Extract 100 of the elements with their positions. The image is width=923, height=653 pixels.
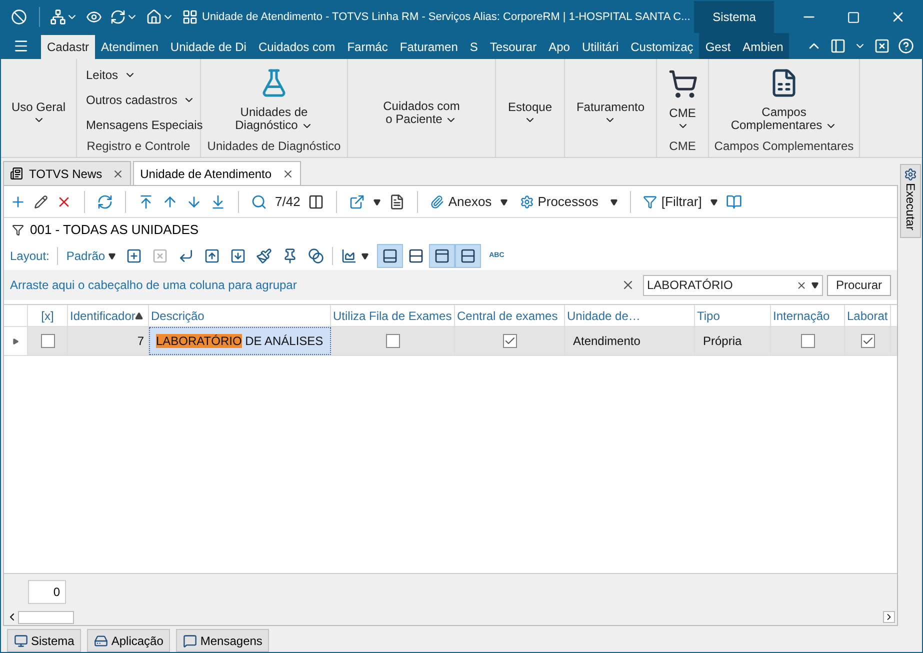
cart-icon[interactable] [668, 68, 698, 98]
checkbox[interactable] [502, 334, 516, 348]
refresh-icon[interactable] [97, 194, 113, 210]
gear-icon[interactable] [520, 194, 534, 208]
document-icon[interactable] [389, 194, 406, 210]
up-icon[interactable] [204, 248, 220, 264]
view-toggle[interactable] [455, 244, 482, 268]
column-header[interactable]: Laborat [845, 305, 891, 326]
column-header[interactable]: Utiliza Fila de Exames [331, 305, 455, 326]
ribbon-tab[interactable]: S [464, 35, 484, 59]
view-toggle[interactable] [429, 244, 456, 268]
ribbon-button[interactable]: Unidades de Diagnóstico [231, 68, 317, 132]
brush-icon[interactable] [256, 248, 272, 264]
search-box[interactable]: LABORATÓRIO [642, 274, 823, 296]
ribbon-button[interactable]: Outros cadastros [86, 87, 200, 112]
ribbon-button[interactable]: Cuidados com o Paciente [379, 100, 464, 126]
search-icon[interactable] [251, 194, 267, 210]
add-icon[interactable] [10, 194, 26, 210]
processes-button[interactable]: Processos [520, 192, 618, 212]
network-icon[interactable] [50, 9, 66, 25]
ribbon-tab[interactable]: Gest [699, 35, 737, 59]
edit-icon[interactable] [34, 194, 48, 208]
checkbox[interactable] [386, 334, 400, 348]
grid-icon[interactable] [182, 9, 198, 25]
search-field[interactable]: LABORATÓRIO [646, 276, 792, 294]
checkbox[interactable] [860, 334, 874, 348]
app-logo-icon[interactable] [11, 9, 27, 25]
ribbon-tab[interactable]: Atendimen [95, 35, 164, 59]
ribbon-button[interactable]: CME [664, 68, 702, 132]
ribbon-tab[interactable]: Cuidados com [252, 35, 342, 59]
checkbox[interactable] [800, 334, 814, 348]
ribbon-tab[interactable]: Utilitári [576, 35, 625, 59]
document-tab[interactable]: TOTVS News [3, 161, 132, 185]
first-record-icon[interactable] [138, 194, 154, 210]
help-icon[interactable] [898, 38, 914, 54]
bottom-tab[interactable]: Mensagens [176, 629, 270, 652]
pin-icon[interactable] [282, 248, 298, 264]
clear-icon[interactable] [796, 280, 807, 290]
export-icon[interactable] [349, 194, 366, 210]
ribbon-button[interactable]: Campos Complementares [726, 68, 842, 132]
scroll-right-icon[interactable] [883, 611, 895, 623]
filter-button[interactable]: [Filtrar] [643, 192, 718, 212]
attachments-button[interactable]: Anexos [430, 192, 508, 212]
bottom-tab[interactable]: Sistema [7, 629, 82, 652]
ribbon-tab[interactable]: Unidade de Di [164, 35, 252, 59]
caret-icon[interactable] [500, 198, 508, 206]
caret-icon[interactable] [810, 281, 819, 289]
column-header[interactable]: [x] [28, 305, 68, 326]
down-icon[interactable] [230, 248, 246, 264]
next-record-icon[interactable] [186, 194, 202, 210]
ribbon-tab[interactable]: Tesourar [484, 35, 543, 59]
book-icon[interactable] [726, 194, 742, 210]
ribbon-tab[interactable]: Faturamen [394, 35, 464, 59]
paperclip-icon[interactable] [430, 194, 444, 208]
checkbox[interactable] [40, 334, 54, 348]
refresh-icon[interactable] [110, 9, 126, 25]
home-icon[interactable] [146, 9, 162, 25]
view-toggle[interactable] [377, 244, 404, 268]
search-button[interactable]: Procurar [826, 274, 891, 296]
column-header[interactable]: Unidade de… [565, 305, 695, 326]
close-icon[interactable] [874, 38, 890, 54]
columns-icon[interactable] [308, 194, 324, 210]
eye-icon[interactable] [86, 9, 102, 25]
scrollbar-thumb[interactable] [18, 610, 74, 624]
ribbon-tab[interactable]: Cadastr [41, 35, 96, 59]
panel-icon[interactable] [830, 38, 846, 54]
last-record-icon[interactable] [210, 194, 226, 210]
caret-icon[interactable] [710, 198, 718, 206]
ribbon-tab[interactable]: Ambien [736, 35, 790, 59]
caret-icon[interactable] [361, 252, 370, 260]
ribbon-tab[interactable]: Customizaç [624, 35, 700, 59]
filter-icon[interactable] [643, 194, 658, 208]
menu-icon[interactable] [13, 38, 29, 54]
add-icon[interactable] [126, 248, 142, 264]
close-icon[interactable] [112, 168, 124, 180]
ribbon-button[interactable]: Faturamento [572, 100, 649, 126]
caret-icon[interactable] [108, 252, 116, 260]
ribbon-button[interactable]: Uso Geral [7, 100, 70, 126]
news-icon[interactable] [10, 167, 23, 180]
column-header[interactable]: Identificador [68, 305, 149, 326]
column-header[interactable]: Internação [771, 305, 845, 326]
column-header[interactable]: Tipo [695, 305, 771, 326]
enter-icon[interactable] [178, 248, 194, 264]
maximize-icon[interactable] [847, 10, 860, 24]
previous-record-icon[interactable] [162, 194, 178, 210]
ribbon-button[interactable]: Mensagens Especiais [86, 112, 200, 137]
chart-icon[interactable] [341, 248, 358, 264]
close-icon[interactable] [282, 168, 294, 180]
column-header[interactable]: Descrição [149, 305, 331, 326]
shapes-icon[interactable] [308, 248, 324, 264]
layout-dropdown[interactable]: Padrão [66, 247, 116, 265]
bottom-tab[interactable]: Aplicação [87, 629, 170, 652]
ribbon-button[interactable]: Estoque [504, 100, 556, 126]
ribbon-tab[interactable]: Apo [542, 35, 576, 59]
document-tab[interactable]: Unidade de Atendimento [133, 161, 301, 185]
column-header[interactable]: Central de exames [455, 305, 565, 326]
side-panel-tab[interactable]: Executar [900, 164, 921, 238]
ribbon-tab[interactable]: Farmác [341, 35, 394, 59]
caret-icon[interactable] [610, 198, 618, 206]
ribbon-button[interactable]: Leitos [86, 62, 200, 87]
